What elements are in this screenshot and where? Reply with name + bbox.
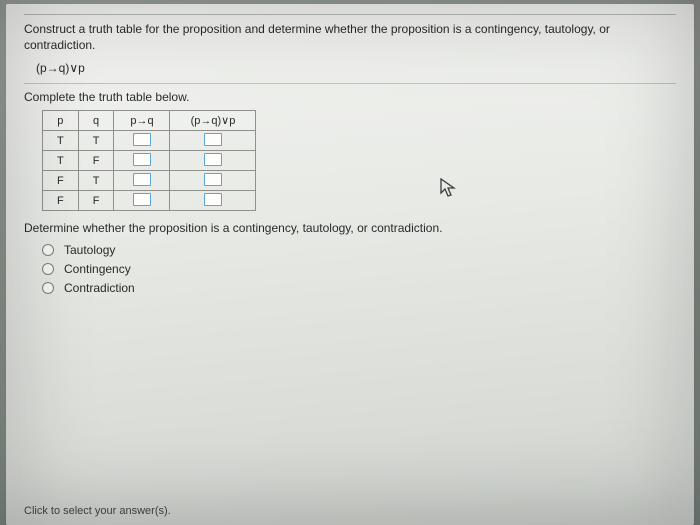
cell-final <box>170 171 256 191</box>
final-input-2[interactable] <box>204 153 222 166</box>
final-input-3[interactable] <box>204 173 222 186</box>
options-group: Tautology Contingency Contradiction <box>42 243 676 295</box>
question-prompt: Construct a truth table for the proposit… <box>24 14 676 53</box>
cell-imp <box>114 191 170 211</box>
cell-p: T <box>43 151 79 171</box>
cell-q: F <box>78 151 114 171</box>
cell-imp <box>114 131 170 151</box>
option-label: Contradiction <box>64 281 135 295</box>
radio-icon <box>42 282 54 294</box>
cell-final <box>170 191 256 211</box>
cell-p: F <box>43 171 79 191</box>
table-row: T F <box>43 151 256 171</box>
final-input-1[interactable] <box>204 133 222 146</box>
footer-hint: Click to select your answer(s). <box>24 505 171 517</box>
cell-final <box>170 131 256 151</box>
cell-imp <box>114 171 170 191</box>
cell-q: T <box>78 131 114 151</box>
col-imp-header: p→q <box>114 111 170 131</box>
cell-q: T <box>78 171 114 191</box>
table-header-row: p q p→q (p→q)∨p <box>43 111 256 131</box>
table-row: F F <box>43 191 256 211</box>
truth-table: p q p→q (p→q)∨p T T T F F T F F <box>42 110 256 211</box>
table-row: T T <box>43 131 256 151</box>
imp-input-3[interactable] <box>133 173 151 186</box>
cell-final <box>170 151 256 171</box>
option-label: Contingency <box>64 262 131 276</box>
table-instruction: Complete the truth table below. <box>24 83 676 104</box>
cell-imp <box>114 151 170 171</box>
cell-p: T <box>43 131 79 151</box>
col-p-header: p <box>43 111 79 131</box>
worksheet-panel: Construct a truth table for the proposit… <box>6 4 694 525</box>
classify-prompt: Determine whether the proposition is a c… <box>24 221 676 235</box>
proposition-expression: (p→q)∨p <box>36 61 676 75</box>
option-contingency[interactable]: Contingency <box>42 262 676 276</box>
cell-q: F <box>78 191 114 211</box>
cell-p: F <box>43 191 79 211</box>
imp-input-4[interactable] <box>133 193 151 206</box>
radio-icon <box>42 244 54 256</box>
col-final-header: (p→q)∨p <box>170 111 256 131</box>
imp-input-1[interactable] <box>133 133 151 146</box>
option-tautology[interactable]: Tautology <box>42 243 676 257</box>
col-q-header: q <box>78 111 114 131</box>
radio-icon <box>42 263 54 275</box>
final-input-4[interactable] <box>204 193 222 206</box>
option-label: Tautology <box>64 243 115 257</box>
table-row: F T <box>43 171 256 191</box>
option-contradiction[interactable]: Contradiction <box>42 281 676 295</box>
imp-input-2[interactable] <box>133 153 151 166</box>
